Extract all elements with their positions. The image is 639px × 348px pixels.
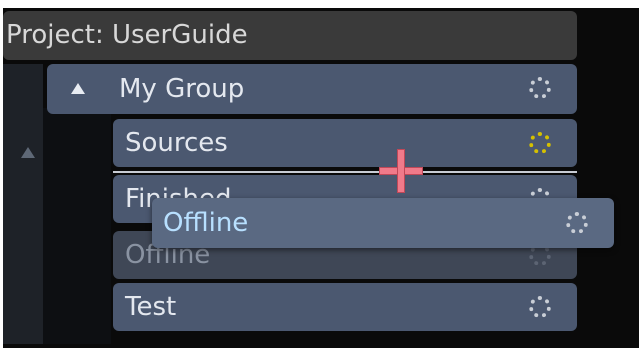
tree-item-label: Test xyxy=(125,292,177,322)
sync-status-icon xyxy=(566,212,588,234)
tree-item-test[interactable]: Test xyxy=(113,283,577,331)
sync-status-icon xyxy=(529,296,551,318)
group-label: My Group xyxy=(119,74,245,104)
project-title: Project: UserGuide xyxy=(6,20,248,50)
drop-insertion-line xyxy=(113,171,577,173)
collapse-all-icon[interactable] xyxy=(21,147,35,158)
group-row-my-group[interactable]: My Group xyxy=(47,64,577,114)
sync-status-icon xyxy=(529,132,551,154)
tree-indent-rail xyxy=(43,108,111,344)
sync-status-icon xyxy=(529,77,551,99)
tree-item-label: Sources xyxy=(125,128,228,158)
project-header: Project: UserGuide xyxy=(3,11,577,60)
tree-item-sources[interactable]: Sources xyxy=(113,119,577,167)
move-cursor-icon-vertical xyxy=(398,150,404,192)
triangle-up-icon[interactable] xyxy=(71,83,85,94)
drag-ghost-offline[interactable]: Offline xyxy=(152,198,614,248)
tree-left-rail xyxy=(3,64,43,344)
drag-ghost-label: Offline xyxy=(163,208,249,238)
